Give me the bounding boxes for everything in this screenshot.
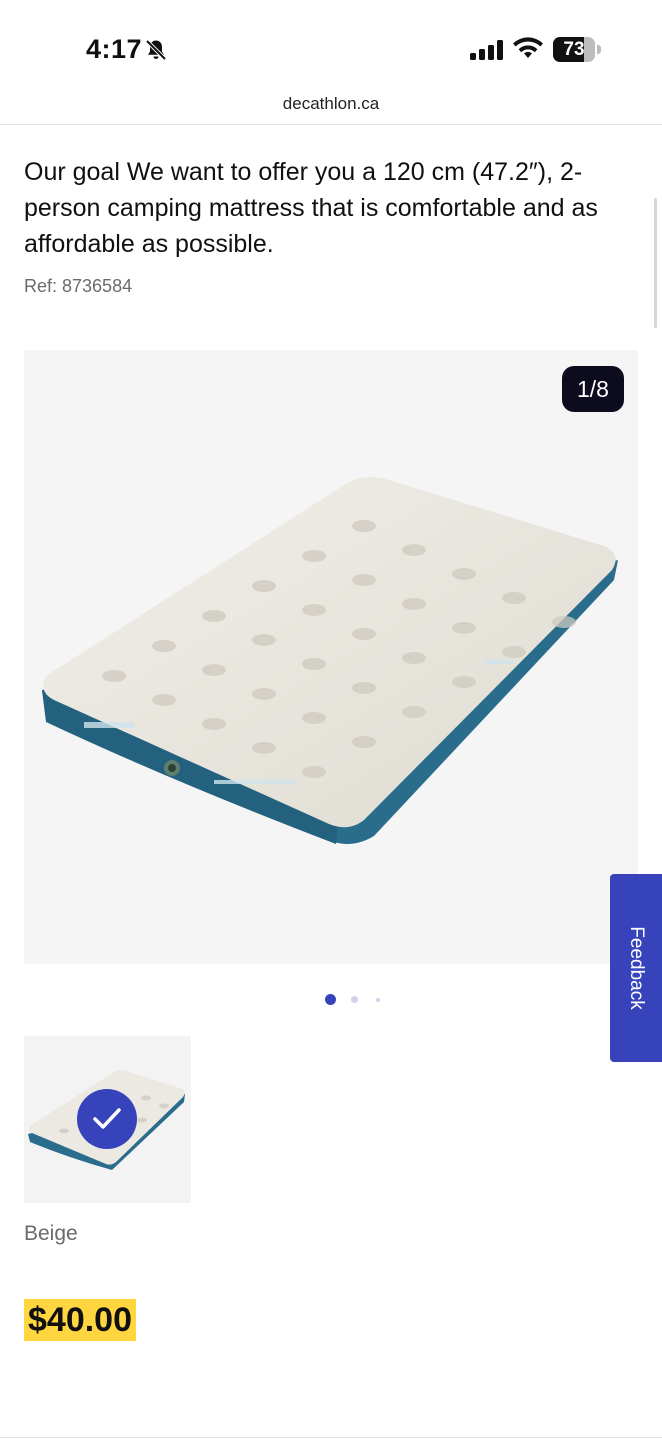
bell-muted-icon <box>145 39 167 61</box>
product-price: $40.00 <box>24 1299 136 1341</box>
divider <box>0 1437 662 1438</box>
feedback-tab[interactable]: Feedback <box>610 874 662 1062</box>
feedback-label[interactable]: Feedback <box>625 926 647 1009</box>
pagination-dot[interactable] <box>351 996 358 1003</box>
product-description: Our goal We want to offer you a 120 cm (… <box>24 158 598 258</box>
browser-url-bar[interactable]: decathlon.ca <box>0 92 662 125</box>
product-image-gallery[interactable]: 1/8 <box>24 350 638 964</box>
mattress-product-image[interactable] <box>24 350 638 964</box>
cellular-signal-icon <box>470 40 503 60</box>
gallery-counter: 1/8 <box>562 366 624 412</box>
url-text[interactable]: decathlon.ca <box>283 94 379 113</box>
scroll-indicator <box>654 198 657 328</box>
checkmark-icon <box>93 1108 121 1129</box>
status-time: 4:17 <box>86 34 143 64</box>
status-bar: 4:17 73 <box>0 0 662 92</box>
gallery-pagination[interactable] <box>0 992 662 1008</box>
selected-color-label: Beige <box>24 1222 78 1245</box>
selected-check-badge <box>77 1089 137 1149</box>
pagination-dot[interactable] <box>376 998 380 1002</box>
battery-icon: 73 <box>553 37 601 62</box>
wifi-icon <box>513 37 543 58</box>
product-ref: Ref: 8736584 <box>24 276 133 296</box>
pagination-dot-active[interactable] <box>325 994 336 1005</box>
battery-percent: 73 <box>563 39 585 60</box>
color-swatch-beige[interactable] <box>24 1036 191 1203</box>
